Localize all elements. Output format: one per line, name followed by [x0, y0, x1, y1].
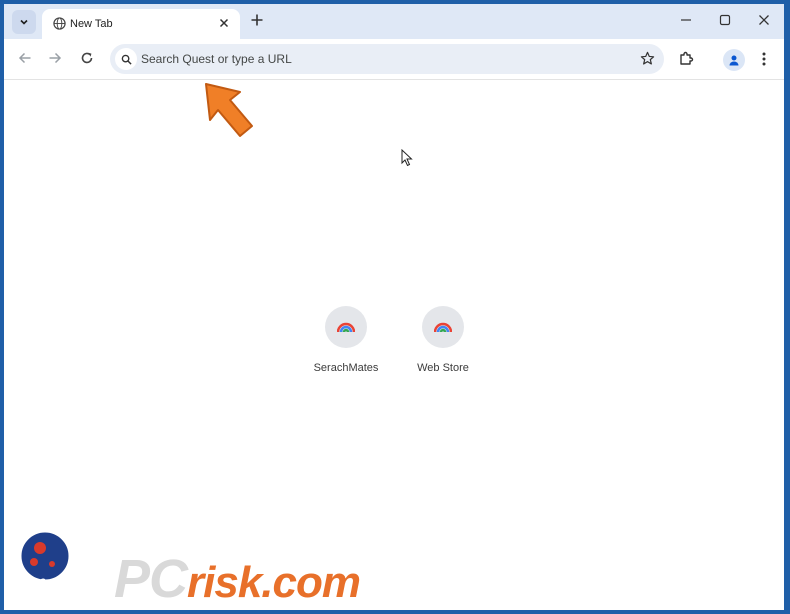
chevron-down-icon: [20, 19, 28, 25]
shortcut-web-store[interactable]: Web Store: [403, 306, 483, 374]
tab-new-tab[interactable]: New Tab: [42, 9, 240, 39]
shortcut-icon-circle: [325, 306, 367, 348]
omnibox-placeholder[interactable]: Search Quest or type a URL: [141, 52, 292, 66]
close-icon[interactable]: [218, 17, 230, 29]
bookmark-star-icon[interactable]: [640, 51, 655, 66]
shortcut-serachmates[interactable]: SerachMates: [306, 306, 386, 374]
new-tab-plus-icon[interactable]: [250, 13, 264, 27]
tab-strip: New Tab: [4, 4, 784, 39]
close-window-icon[interactable]: [758, 14, 770, 26]
back-arrow-icon[interactable]: [18, 51, 32, 65]
rainbow-favicon-icon: [434, 322, 452, 333]
magnifier-logo-icon: [16, 527, 74, 610]
toolbar: Search Quest or type a URL: [4, 39, 784, 80]
minimize-icon[interactable]: [680, 14, 692, 26]
watermark-brand-a: PC: [114, 549, 188, 609]
shortcut-label: Web Store: [417, 362, 469, 374]
globe-icon: [53, 17, 66, 30]
profile-avatar[interactable]: [723, 49, 745, 71]
tab-search-button[interactable]: [12, 10, 36, 34]
rainbow-favicon-icon: [337, 322, 355, 333]
pcrisk-watermark: PCrisk.com: [4, 524, 474, 610]
watermark-text: PCrisk.com: [114, 548, 361, 610]
omnibox[interactable]: Search Quest or type a URL: [110, 44, 664, 74]
reload-icon[interactable]: [80, 51, 94, 65]
shortcut-icon-circle: [422, 306, 464, 348]
search-icon: [121, 54, 132, 65]
browser-window: New Tab Search Quest or type a URL Serac…: [4, 4, 784, 610]
orange-pointer-arrow-icon: [205, 83, 253, 137]
extensions-puzzle-icon[interactable]: [678, 51, 694, 67]
forward-arrow-icon[interactable]: [48, 51, 62, 65]
shortcut-label: SerachMates: [313, 362, 379, 374]
person-icon: [729, 55, 739, 66]
omnibox-search-badge: [115, 48, 137, 70]
tab-title: New Tab: [70, 18, 113, 30]
watermark-brand-b: risk.com: [187, 558, 361, 607]
menu-kebab-icon[interactable]: [762, 52, 766, 66]
mouse-cursor-icon: [401, 149, 413, 167]
maximize-icon[interactable]: [719, 14, 731, 26]
